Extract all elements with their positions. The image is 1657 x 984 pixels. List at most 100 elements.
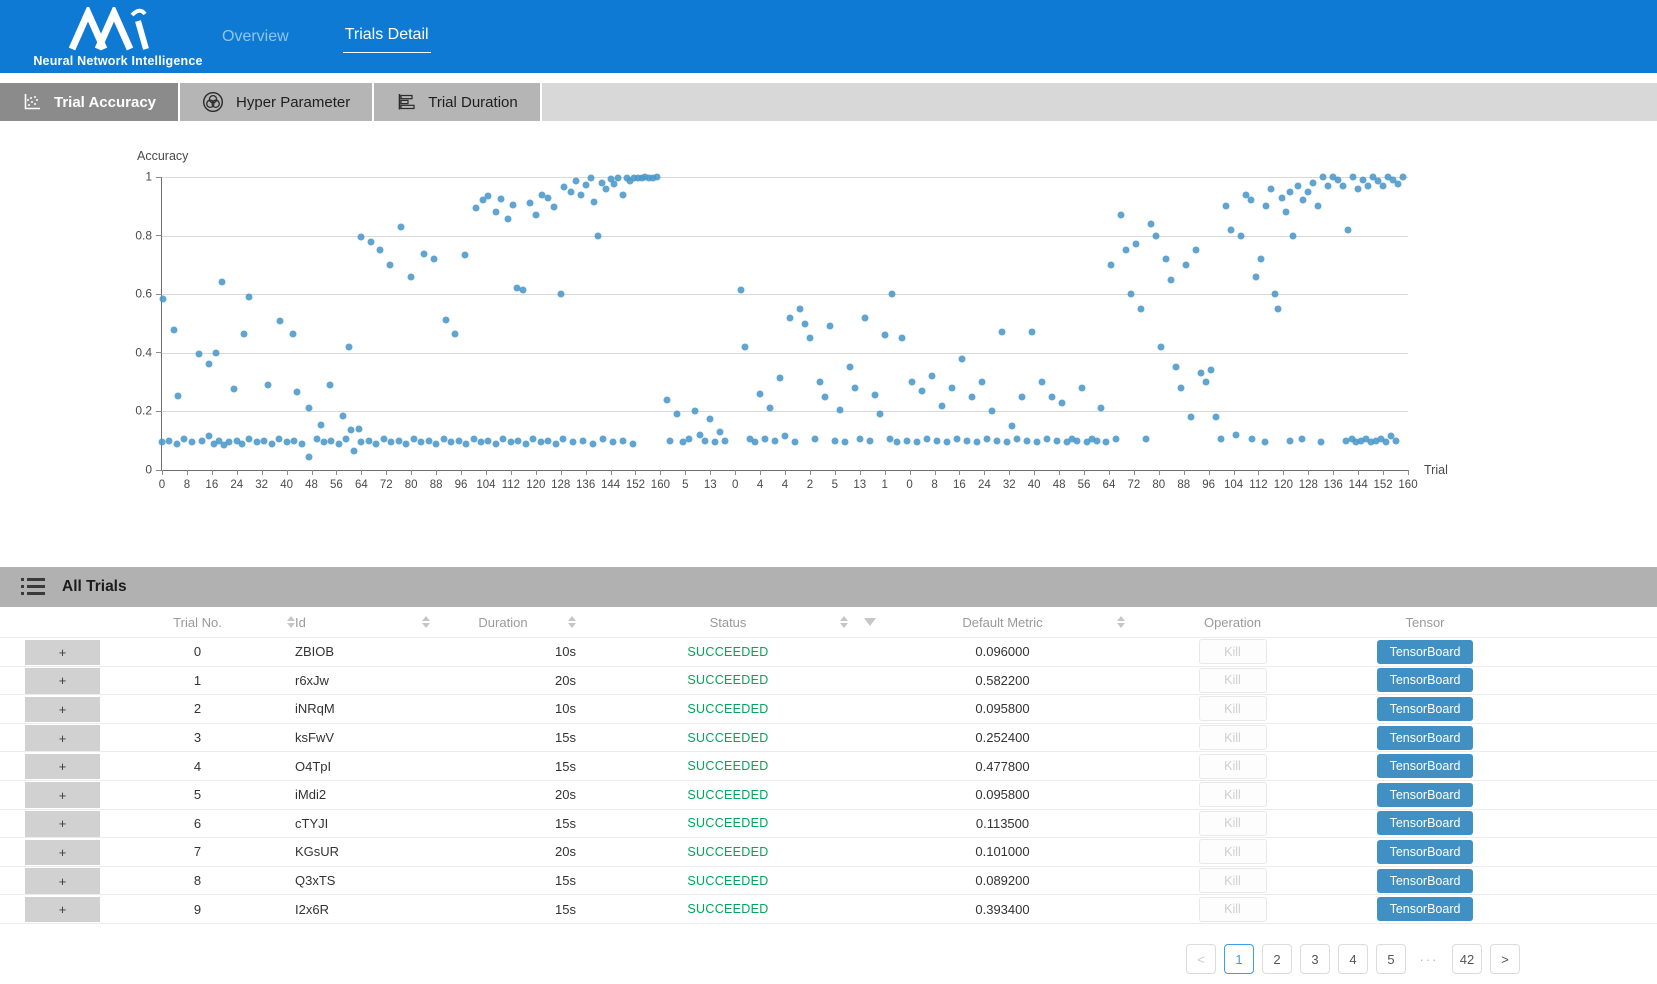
scatter-point[interactable] bbox=[1310, 179, 1317, 186]
scatter-point[interactable] bbox=[1003, 439, 1010, 446]
scatter-point[interactable] bbox=[582, 182, 589, 189]
scatter-point[interactable] bbox=[1282, 209, 1289, 216]
scatter-point[interactable] bbox=[1233, 431, 1240, 438]
scatter-point[interactable] bbox=[1223, 203, 1230, 210]
sort-icon[interactable] bbox=[840, 616, 848, 628]
scatter-point[interactable] bbox=[889, 291, 896, 298]
scatter-point[interactable] bbox=[1053, 437, 1060, 444]
sort-icon[interactable] bbox=[568, 616, 576, 628]
scatter-point[interactable] bbox=[545, 437, 552, 444]
column-header-duration[interactable]: Duration bbox=[430, 607, 576, 637]
scatter-point[interactable] bbox=[712, 439, 719, 446]
scatter-point[interactable] bbox=[293, 389, 300, 396]
scatter-point[interactable] bbox=[355, 425, 362, 432]
scatter-point[interactable] bbox=[1138, 305, 1145, 312]
column-header-default-metric[interactable]: Default Metric bbox=[880, 607, 1125, 637]
scatter-point[interactable] bbox=[537, 439, 544, 446]
scatter-point[interactable] bbox=[1123, 247, 1130, 254]
scatter-point[interactable] bbox=[253, 439, 260, 446]
scatter-point[interactable] bbox=[1183, 261, 1190, 268]
scatter-point[interactable] bbox=[1178, 384, 1185, 391]
scatter-point[interactable] bbox=[1238, 232, 1245, 239]
scatter-point[interactable] bbox=[615, 174, 622, 181]
scatter-point[interactable] bbox=[530, 436, 537, 443]
scatter-point[interactable] bbox=[348, 427, 355, 434]
scatter-point[interactable] bbox=[924, 436, 931, 443]
scatter-point[interactable] bbox=[343, 436, 350, 443]
scatter-point[interactable] bbox=[948, 384, 955, 391]
scatter-point[interactable] bbox=[692, 408, 699, 415]
scatter-point[interactable] bbox=[1299, 436, 1306, 443]
row-expander-button[interactable]: + bbox=[25, 640, 100, 666]
scatter-point[interactable] bbox=[1325, 182, 1332, 189]
scatter-point[interactable] bbox=[1198, 370, 1205, 377]
tensorboard-button[interactable]: TensorBoard bbox=[1377, 697, 1473, 721]
scatter-point[interactable] bbox=[173, 440, 180, 447]
scatter-point[interactable] bbox=[246, 436, 253, 443]
scatter-point[interactable] bbox=[876, 411, 883, 418]
scatter-point[interactable] bbox=[1286, 188, 1293, 195]
scatter-point[interactable] bbox=[1158, 343, 1165, 350]
scatter-point[interactable] bbox=[1203, 379, 1210, 386]
scatter-point[interactable] bbox=[560, 436, 567, 443]
scatter-point[interactable] bbox=[1208, 367, 1215, 374]
scatter-point[interactable] bbox=[591, 199, 598, 206]
scatter-point[interactable] bbox=[298, 440, 305, 447]
scatter-point[interactable] bbox=[856, 436, 863, 443]
scatter-point[interactable] bbox=[492, 440, 499, 447]
scatter-point[interactable] bbox=[188, 439, 195, 446]
scatter-point[interactable] bbox=[463, 440, 470, 447]
scatter-point[interactable] bbox=[206, 360, 213, 367]
scatter-point[interactable] bbox=[283, 439, 290, 446]
scatter-point[interactable] bbox=[973, 439, 980, 446]
kill-button[interactable]: Kill bbox=[1199, 754, 1267, 779]
scatter-point[interactable] bbox=[327, 382, 334, 389]
row-expander-button[interactable]: + bbox=[25, 897, 100, 923]
scatter-point[interactable] bbox=[567, 188, 574, 195]
scatter-point[interactable] bbox=[510, 201, 517, 208]
scatter-point[interactable] bbox=[395, 437, 402, 444]
scatter-point[interactable] bbox=[1228, 226, 1235, 233]
scatter-point[interactable] bbox=[387, 261, 394, 268]
scatter-point[interactable] bbox=[198, 437, 205, 444]
scatter-point[interactable] bbox=[368, 239, 375, 246]
scatter-point[interactable] bbox=[846, 364, 853, 371]
scatter-point[interactable] bbox=[762, 436, 769, 443]
kill-button[interactable]: Kill bbox=[1199, 897, 1267, 922]
scatter-point[interactable] bbox=[811, 436, 818, 443]
scatter-point[interactable] bbox=[1290, 232, 1297, 239]
scatter-point[interactable] bbox=[1295, 182, 1302, 189]
scatter-point[interactable] bbox=[1286, 437, 1293, 444]
scatter-point[interactable] bbox=[408, 273, 415, 280]
scatter-point[interactable] bbox=[963, 437, 970, 444]
plot-area[interactable]: Trial 10.80.60.40.2008162432404856647280… bbox=[162, 177, 1408, 470]
scatter-point[interactable] bbox=[238, 440, 245, 447]
scatter-point[interactable] bbox=[433, 440, 440, 447]
scatter-point[interactable] bbox=[602, 186, 609, 193]
scatter-point[interactable] bbox=[866, 437, 873, 444]
scatter-point[interactable] bbox=[1028, 329, 1035, 336]
scatter-point[interactable] bbox=[1058, 399, 1065, 406]
scatter-point[interactable] bbox=[653, 174, 660, 181]
scatter-point[interactable] bbox=[831, 437, 838, 444]
scatter-point[interactable] bbox=[430, 256, 437, 263]
page-button-3[interactable]: 3 bbox=[1300, 944, 1330, 974]
scatter-point[interactable] bbox=[1033, 439, 1040, 446]
scatter-point[interactable] bbox=[1018, 393, 1025, 400]
scatter-point[interactable] bbox=[610, 439, 617, 446]
tab-trials-detail[interactable]: Trials Detail bbox=[343, 20, 431, 53]
scatter-point[interactable] bbox=[1118, 212, 1125, 219]
scatter-point[interactable] bbox=[306, 405, 313, 412]
scatter-point[interactable] bbox=[1023, 437, 1030, 444]
scatter-point[interactable] bbox=[738, 286, 745, 293]
scatter-point[interactable] bbox=[772, 437, 779, 444]
scatter-point[interactable] bbox=[806, 335, 813, 342]
scatter-point[interactable] bbox=[218, 278, 225, 285]
scatter-point[interactable] bbox=[1317, 439, 1324, 446]
scatter-point[interactable] bbox=[1108, 261, 1115, 268]
scatter-point[interactable] bbox=[418, 439, 425, 446]
scatter-point[interactable] bbox=[861, 314, 868, 321]
scatter-point[interactable] bbox=[767, 405, 774, 412]
scatter-point[interactable] bbox=[552, 440, 559, 447]
scatter-point[interactable] bbox=[1249, 436, 1256, 443]
